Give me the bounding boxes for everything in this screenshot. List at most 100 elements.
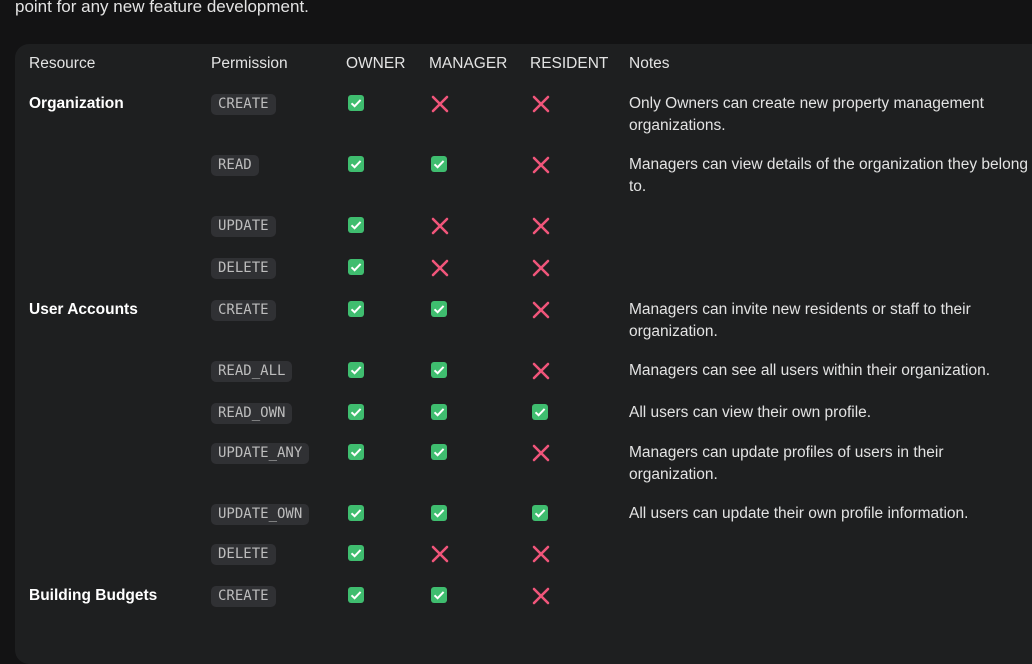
- permissions-table-card: Resource Permission OWNER MANAGER RESIDE…: [15, 44, 1032, 664]
- check-box-icon: [431, 444, 447, 460]
- notes-cell: Managers can see all users within their …: [629, 351, 1029, 393]
- permission-cell: UPDATE_ANY: [211, 433, 346, 494]
- notes-cell: [629, 206, 1029, 248]
- resource-cell: [29, 248, 211, 290]
- manager-cell: [429, 433, 530, 494]
- permission-cell: CREATE: [211, 84, 346, 145]
- table-row: DELETE: [29, 534, 1029, 576]
- check-box-icon: [348, 404, 364, 420]
- resource-cell: Building Budgets: [29, 576, 211, 618]
- check-box-icon: [431, 301, 447, 317]
- owner-cell: [346, 393, 429, 433]
- check-box-icon: [348, 156, 364, 172]
- permission-code: READ_OWN: [211, 403, 293, 424]
- header-notes: Notes: [629, 55, 670, 72]
- notes-text: All users can view their own profile.: [629, 404, 872, 421]
- resident-cell: [530, 351, 629, 393]
- owner-cell: [346, 351, 429, 393]
- resident-cell: [530, 206, 629, 248]
- header-owner: OWNER: [346, 55, 406, 72]
- cross-icon: [532, 444, 550, 462]
- permission-code: READ: [211, 155, 259, 176]
- check-box-icon: [532, 505, 548, 521]
- resident-cell: [530, 494, 629, 534]
- manager-cell: [429, 290, 530, 351]
- manager-cell: [429, 84, 530, 145]
- header-resident: RESIDENT: [530, 55, 609, 72]
- manager-cell: [429, 393, 530, 433]
- notes-text: Managers can update profiles of users in…: [629, 444, 944, 483]
- resource-label: User Accounts: [29, 301, 138, 318]
- cross-icon: [532, 362, 550, 380]
- notes-cell: Only Owners can create new property mana…: [629, 84, 1029, 145]
- permission-code: CREATE: [211, 586, 276, 607]
- table-row: User Accounts CREATE Managers can invite n…: [29, 290, 1029, 351]
- cross-icon: [532, 545, 550, 563]
- check-box-icon: [348, 505, 364, 521]
- cross-icon: [532, 95, 550, 113]
- cross-icon: [431, 95, 449, 113]
- owner-cell: [346, 206, 429, 248]
- check-box-icon: [431, 587, 447, 603]
- permissions-table: Resource Permission OWNER MANAGER RESIDE…: [29, 44, 1029, 618]
- check-box-icon: [348, 95, 364, 111]
- check-box-icon: [431, 362, 447, 378]
- resource-cell: [29, 206, 211, 248]
- header-manager: MANAGER: [429, 55, 508, 72]
- check-box-icon: [348, 301, 364, 317]
- resource-cell: [29, 494, 211, 534]
- notes-cell: All users can view their own profile.: [629, 393, 1029, 433]
- notes-text: Managers can invite new residents or sta…: [629, 301, 971, 340]
- table-row: Organization CREATE Only Owners can create…: [29, 84, 1029, 145]
- resident-cell: [530, 248, 629, 290]
- notes-cell: Managers can invite new residents or sta…: [629, 290, 1029, 351]
- owner-cell: [346, 248, 429, 290]
- permission-code: UPDATE_OWN: [211, 504, 310, 525]
- notes-cell: Managers can view details of the organiz…: [629, 145, 1029, 206]
- permission-cell: READ_ALL: [211, 351, 346, 393]
- resident-cell: [530, 433, 629, 494]
- notes-cell: All users can update their own profile i…: [629, 494, 1029, 534]
- resident-cell: [530, 393, 629, 433]
- cross-icon: [532, 301, 550, 319]
- table-row: READ_OWN All users can view their own pro…: [29, 393, 1029, 433]
- resource-cell: [29, 351, 211, 393]
- permission-code: CREATE: [211, 94, 276, 115]
- cross-icon: [532, 259, 550, 277]
- owner-cell: [346, 534, 429, 576]
- manager-cell: [429, 576, 530, 618]
- manager-cell: [429, 206, 530, 248]
- owner-cell: [346, 494, 429, 534]
- table-row: UPDATE: [29, 206, 1029, 248]
- check-box-icon: [532, 404, 548, 420]
- cross-icon: [431, 217, 449, 235]
- notes-text: All users can update their own profile i…: [629, 505, 969, 522]
- permission-cell: READ: [211, 145, 346, 206]
- resident-cell: [530, 290, 629, 351]
- resource-cell: [29, 393, 211, 433]
- check-box-icon: [348, 587, 364, 603]
- permission-code: UPDATE_ANY: [211, 443, 310, 464]
- check-box-icon: [348, 362, 364, 378]
- notes-cell: Managers can update profiles of users in…: [629, 433, 1029, 494]
- manager-cell: [429, 145, 530, 206]
- manager-cell: [429, 494, 530, 534]
- owner-cell: [346, 84, 429, 145]
- permission-code: DELETE: [211, 258, 276, 279]
- table-row: READ_ALL Managers can see all users withi…: [29, 351, 1029, 393]
- intro-text: point for any new feature development.: [15, 0, 309, 16]
- permission-cell: READ_OWN: [211, 393, 346, 433]
- owner-cell: [346, 576, 429, 618]
- table-body: Organization CREATE Only Owners can create…: [29, 84, 1029, 618]
- table-header-row: Resource Permission OWNER MANAGER RESIDE…: [29, 44, 1029, 84]
- permission-cell: CREATE: [211, 290, 346, 351]
- owner-cell: [346, 145, 429, 206]
- resource-label: Building Budgets: [29, 587, 158, 604]
- cross-icon: [431, 545, 449, 563]
- resource-cell: [29, 534, 211, 576]
- notes-cell: [629, 576, 1029, 618]
- manager-cell: [429, 534, 530, 576]
- permission-code: UPDATE: [211, 216, 276, 237]
- cross-icon: [532, 587, 550, 605]
- permission-cell: DELETE: [211, 248, 346, 290]
